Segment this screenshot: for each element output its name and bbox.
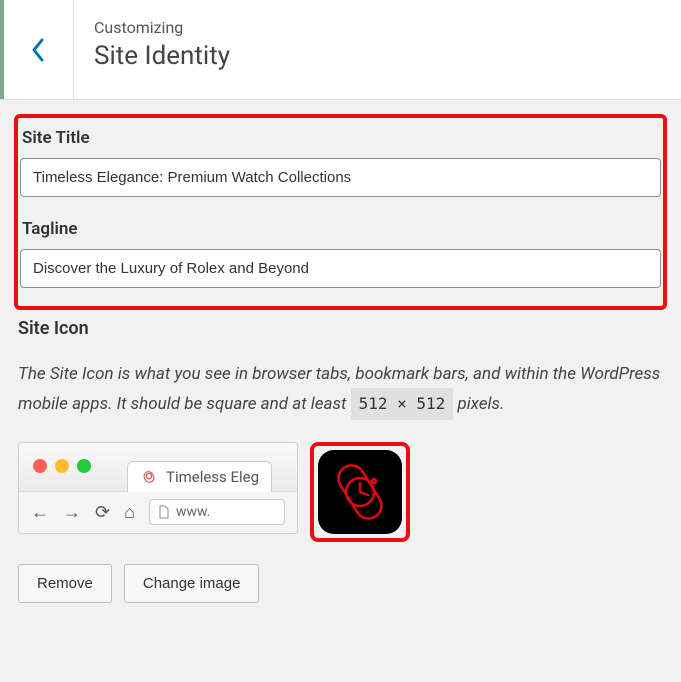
url-text: www. [176, 504, 210, 520]
site-icon-label: Site Icon [18, 318, 663, 339]
size-badge: 512 × 512 [351, 388, 454, 420]
change-image-button[interactable]: Change image [124, 564, 260, 603]
watch-icon [325, 457, 395, 527]
desc-text-a: The Site Icon is what you see in browser… [18, 364, 660, 414]
page-icon [158, 505, 170, 519]
section-title: Site Identity [94, 41, 230, 71]
address-bar: www. [149, 499, 285, 525]
breadcrumb-eyebrow: Customizing [94, 18, 230, 37]
site-title-input[interactable] [20, 158, 661, 197]
customizer-header: Customizing Site Identity [0, 0, 681, 100]
remove-button[interactable]: Remove [18, 564, 112, 603]
nav-home-icon: ⌂ [124, 502, 135, 523]
window-min-icon [55, 459, 69, 473]
tagline-input[interactable] [20, 249, 661, 288]
nav-reload-icon: ⟳ [95, 502, 110, 523]
site-icon-description: The Site Icon is what you see in browser… [18, 361, 663, 420]
nav-forward-icon: → [63, 502, 81, 523]
chevron-left-icon [30, 36, 48, 64]
back-button[interactable] [4, 0, 74, 99]
nav-back-icon: ← [31, 502, 49, 523]
site-icon-preview-frame [310, 442, 410, 542]
site-title-label: Site Title [22, 128, 661, 148]
desc-text-b: pixels. [453, 394, 504, 414]
window-max-icon [77, 459, 91, 473]
highlighted-fields: Site Title Tagline [14, 114, 667, 310]
browser-tab: Timeless Eleg [127, 461, 272, 492]
site-icon-preview [318, 450, 402, 534]
browser-preview: Timeless Eleg ← → ⟳ ⌂ www. [18, 442, 298, 534]
window-close-icon [33, 459, 47, 473]
tab-title: Timeless Eleg [166, 468, 259, 486]
favicon-icon [140, 468, 158, 486]
tagline-label: Tagline [22, 219, 661, 239]
